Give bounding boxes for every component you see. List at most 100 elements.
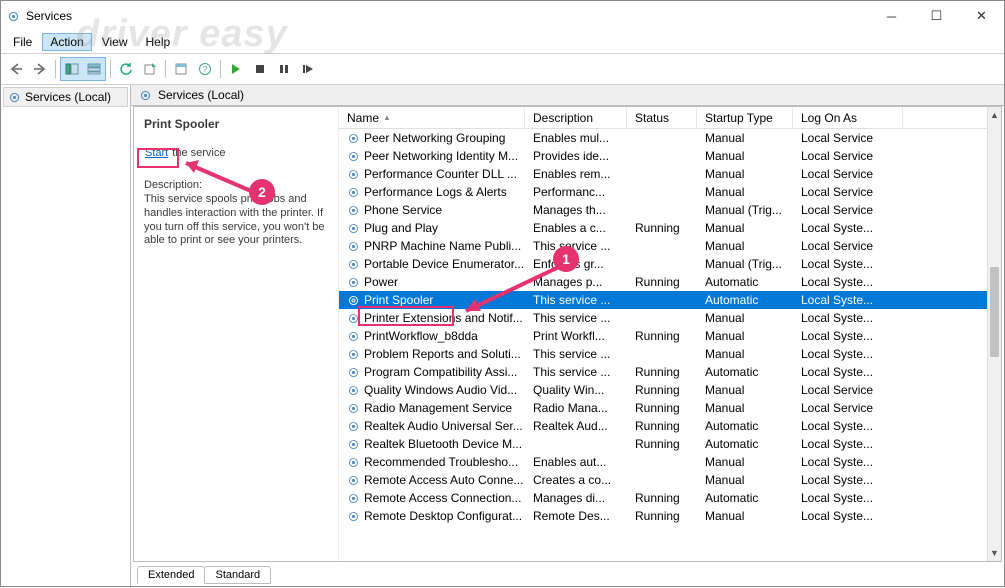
close-button[interactable]: ✕ — [959, 1, 1004, 31]
col-description[interactable]: Description — [525, 107, 627, 128]
gear-icon — [347, 294, 360, 307]
menu-view[interactable]: View — [94, 33, 136, 51]
service-row[interactable]: Plug and PlayEnables a c...RunningManual… — [339, 219, 987, 237]
service-logon-cell: Local Service — [793, 149, 903, 163]
service-name-cell: Print Spooler — [364, 293, 433, 307]
stop-service-button[interactable] — [249, 58, 271, 80]
scroll-thumb[interactable] — [990, 267, 999, 357]
col-status[interactable]: Status — [627, 107, 697, 128]
pause-service-button[interactable] — [273, 58, 295, 80]
restart-service-button[interactable] — [297, 58, 319, 80]
menu-action[interactable]: Action — [42, 33, 91, 51]
service-status-cell: Running — [627, 509, 697, 523]
description-label: Description: — [144, 179, 328, 191]
service-startup-cell: Automatic — [697, 419, 793, 433]
service-row[interactable]: Remote Desktop Configurat...Remote Des..… — [339, 507, 987, 525]
service-logon-cell: Local Syste... — [793, 473, 903, 487]
service-logon-cell: Local Syste... — [793, 329, 903, 343]
gear-icon — [347, 168, 360, 181]
service-logon-cell: Local Syste... — [793, 275, 903, 289]
service-row[interactable]: Phone ServiceManages th...Manual (Trig..… — [339, 201, 987, 219]
service-row[interactable]: Portable Device Enumerator...Enforces gr… — [339, 255, 987, 273]
gear-icon — [347, 204, 360, 217]
service-desc-cell: Remote Des... — [525, 509, 627, 523]
menu-help[interactable]: Help — [138, 33, 179, 51]
gear-icon — [347, 150, 360, 163]
app-icon — [7, 10, 20, 23]
service-row[interactable]: Performance Logs & AlertsPerformanc...Ma… — [339, 183, 987, 201]
gear-icon — [347, 186, 360, 199]
service-row[interactable]: Realtek Audio Universal Ser...Realtek Au… — [339, 417, 987, 435]
gear-icon — [347, 420, 360, 433]
menu-file[interactable]: File — [5, 33, 40, 51]
service-name-cell: PNRP Machine Name Publi... — [364, 239, 521, 253]
service-logon-cell: Local Syste... — [793, 257, 903, 271]
service-desc-cell: Quality Win... — [525, 383, 627, 397]
service-row[interactable]: PrintWorkflow_b8ddaPrint Workfl...Runnin… — [339, 327, 987, 345]
help-button[interactable]: ? — [194, 58, 216, 80]
service-desc-cell: Enables aut... — [525, 455, 627, 469]
service-name-cell: Remote Access Connection... — [364, 491, 521, 505]
service-row[interactable]: Peer Networking GroupingEnables mul...Ma… — [339, 129, 987, 147]
service-row[interactable]: Quality Windows Audio Vid...Quality Win.… — [339, 381, 987, 399]
right-header: Services (Local) — [131, 85, 1004, 106]
service-row[interactable]: Problem Reports and Soluti...This servic… — [339, 345, 987, 363]
service-row[interactable]: Performance Counter DLL ... Enables rem..… — [339, 165, 987, 183]
service-startup-cell: Manual — [697, 383, 793, 397]
service-desc-cell: Creates a co... — [525, 473, 627, 487]
tree-pane: Services (Local) — [1, 85, 131, 586]
service-logon-cell: Local Syste... — [793, 509, 903, 523]
service-status-cell: Running — [627, 491, 697, 505]
start-service-button[interactable] — [225, 58, 247, 80]
service-name-cell: Performance Counter DLL ... — [364, 167, 517, 181]
service-name-heading: Print Spooler — [144, 117, 328, 131]
service-row[interactable]: Program Compatibility Assi...This servic… — [339, 363, 987, 381]
col-name[interactable]: Name▲ — [339, 107, 525, 128]
service-row[interactable]: PNRP Machine Name Publi... This service .… — [339, 237, 987, 255]
service-desc-cell: Enables rem... — [525, 167, 627, 181]
details-view-button[interactable] — [83, 58, 105, 80]
minimize-button[interactable]: ─ — [869, 1, 914, 31]
show-hide-tree-button[interactable] — [61, 58, 83, 80]
gear-icon — [347, 474, 360, 487]
service-name-cell: Problem Reports and Soluti... — [364, 347, 521, 361]
scroll-up-icon[interactable]: ▲ — [988, 107, 1001, 123]
service-name-cell: Recommended Troublesho... — [364, 455, 518, 469]
annotation-box-print-spooler — [358, 306, 454, 326]
service-row[interactable]: Remote Access Auto Conne...Creates a co.… — [339, 471, 987, 489]
gear-icon — [347, 348, 360, 361]
service-row[interactable]: PowerManages p...RunningAutomaticLocal S… — [339, 273, 987, 291]
service-logon-cell: Local Syste... — [793, 311, 903, 325]
service-row[interactable]: Peer Networking Identity M...Provides id… — [339, 147, 987, 165]
col-log-on-as[interactable]: Log On As — [793, 107, 903, 128]
back-button[interactable] — [5, 58, 27, 80]
toolbar-separator — [165, 60, 166, 78]
forward-button[interactable] — [29, 58, 51, 80]
tab-extended[interactable]: Extended — [137, 566, 205, 584]
service-desc-cell: This service ... — [525, 239, 627, 253]
service-startup-cell: Manual — [697, 401, 793, 415]
maximize-button[interactable]: ☐ — [914, 1, 959, 31]
title-bar: Services ─ ☐ ✕ — [1, 1, 1004, 31]
tab-standard[interactable]: Standard — [204, 566, 271, 584]
annotation-box-start — [137, 148, 179, 168]
service-logon-cell: Local Syste... — [793, 365, 903, 379]
export-button[interactable] — [139, 58, 161, 80]
service-row[interactable]: Realtek Bluetooth Device M...RunningAuto… — [339, 435, 987, 453]
service-name-cell: Power — [364, 275, 398, 289]
service-status-cell: Running — [627, 383, 697, 397]
gear-icon — [347, 456, 360, 469]
vertical-scrollbar[interactable]: ▲ ▼ — [987, 107, 1001, 561]
scroll-down-icon[interactable]: ▼ — [988, 545, 1001, 561]
tree-root-item[interactable]: Services (Local) — [3, 87, 128, 107]
service-row[interactable]: Remote Access Connection... Manages di...… — [339, 489, 987, 507]
service-row[interactable]: Recommended Troublesho...Enables aut...M… — [339, 453, 987, 471]
service-status-cell: Running — [627, 329, 697, 343]
service-startup-cell: Manual — [697, 329, 793, 343]
col-startup-type[interactable]: Startup Type — [697, 107, 793, 128]
service-row[interactable]: Radio Management ServiceRadio Mana...Run… — [339, 399, 987, 417]
properties-button[interactable] — [170, 58, 192, 80]
refresh-button[interactable] — [115, 58, 137, 80]
service-startup-cell: Automatic — [697, 365, 793, 379]
service-desc-cell: Manages di... — [525, 491, 627, 505]
